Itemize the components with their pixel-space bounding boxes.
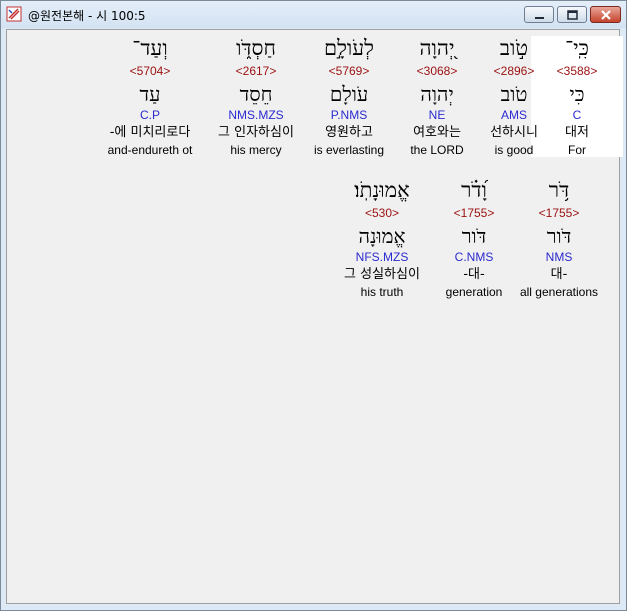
strong-number[interactable]: <530> [327,206,437,220]
title-bar[interactable]: @원전본해 - 시 100:5 [1,1,626,28]
hebrew-word: חַסְדֹּ֑ו [236,36,276,60]
parsing-code: C.P [139,108,160,122]
hebrew-lemma: עַד [139,82,161,106]
hebrew-lemma: חֵסֵד [239,82,273,106]
hebrew-lemma: עֹולָם [329,82,369,106]
korean-gloss: 그 성실하심이 [344,267,420,282]
parsing-code: NE [428,108,446,122]
app-icon [6,6,22,22]
hebrew-lemma: יְהוָה [420,82,454,106]
strong-number[interactable]: <2617> [210,64,302,78]
english-gloss: the LORD [410,143,464,157]
hebrew-lemma: אֱמוּנָה [358,224,406,248]
hebrew-word: יְ֭הוָה [419,36,455,60]
word-column[interactable]: אֱמוּנָתֹֽו׃ <530> אֱמוּנָה NFS.MZS 그 성실… [327,178,437,299]
korean-gloss: 그 인자하심이 [218,125,294,140]
word-column[interactable]: וְעַד־ <5704> עַד C.P -에 미치리로다 and-endur… [104,36,196,157]
english-gloss: his truth [360,285,404,299]
hebrew-word: לְעֹולָ֣ם [323,36,374,60]
hebrew-lemma: דֹּור [461,224,487,248]
strong-number[interactable]: <3068> [391,64,483,78]
word-column[interactable]: וָ֝דֹ֗ר <1755> דֹּור C.NMS -대- generatio… [428,178,520,299]
strong-number[interactable]: <5769> [303,64,395,78]
close-icon [601,10,611,20]
korean-gloss: -대- [463,267,485,282]
app-window: @원전본해 - 시 100:5 כִּֽי־ <3588> כִּי C 대저 … [0,0,627,611]
hebrew-word: וָ֝דֹ֗ר [461,178,487,202]
hebrew-lemma: דֹּור [546,224,572,248]
window-title: @원전본해 - 시 100:5 [28,9,146,23]
hebrew-word: אֱמוּנָתֹֽו׃ [354,178,410,202]
english-gloss: and-endureth ot [107,143,193,157]
hebrew-word: וְעַד־ [132,36,168,60]
word-column[interactable]: חַסְדֹּ֑ו <2617> חֵסֵד NMS.MZS 그 인자하심이 h… [210,36,302,157]
hebrew-word: דֹּ֥ר [548,178,570,202]
english-gloss: all generations [519,285,599,299]
parsing-code: P.NMS [330,108,368,122]
strong-number[interactable]: <5704> [104,64,196,78]
minimize-icon [535,17,544,19]
parsing-code: NMS.MZS [228,108,284,122]
minimize-button[interactable] [524,6,554,23]
korean-gloss: 여호와는 [413,125,461,140]
english-gloss: is everlasting [313,143,385,157]
word-column[interactable]: לְעֹולָ֣ם <5769> עֹולָם P.NMS 영원하고 is ev… [303,36,395,157]
word-column[interactable]: יְ֭הוָה <3068> יְהוָה NE 여호와는 the LORD [391,36,483,157]
parsing-code: NFS.MZS [355,250,409,264]
english-gloss: generation [445,285,503,299]
korean-gloss: 대- [550,267,568,282]
word-column[interactable]: דֹּ֥ר <1755> דֹּור NMS 대- all generation… [513,178,605,299]
interlinear-panel: כִּֽי־ <3588> כִּי C 대저 For טֹ֣וב <2896>… [6,29,623,604]
korean-gloss: -에 미치리로다 [109,125,191,140]
korean-gloss: 영원하고 [325,125,373,140]
parsing-code: C.NMS [454,250,494,264]
maximize-button[interactable] [557,6,587,23]
strong-number[interactable]: <1755> [428,206,520,220]
close-button[interactable] [590,6,621,23]
maximize-icon [567,10,578,20]
strong-number[interactable]: <1755> [513,206,605,220]
english-gloss: his mercy [230,143,282,157]
parsing-code: NMS [545,250,573,264]
